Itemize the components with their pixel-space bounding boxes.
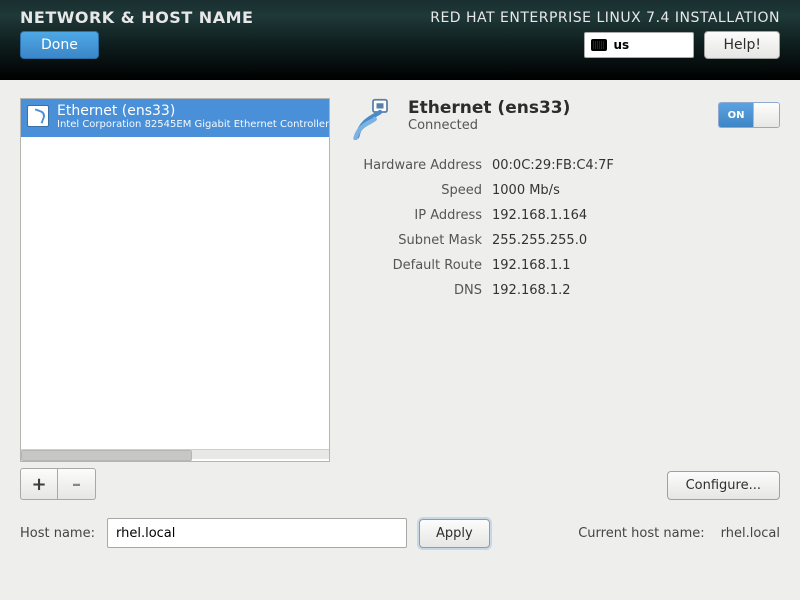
interface-item-title: Ethernet (ens33) [57,103,330,119]
detail-status: Connected [408,118,570,133]
remove-interface-button[interactable]: – [58,468,96,500]
interface-list-scrollbar[interactable] [21,449,329,459]
hostname-label: Host name: [20,526,95,541]
detail-row: Subnet Mask255.255.255.0 [352,233,780,248]
detail-row: Speed1000 Mb/s [352,183,780,198]
interface-item-subtitle: Intel Corporation 82545EM Gigabit Ethern… [57,119,330,131]
detail-row: Hardware Address00:0C:29:FB:C4:7F [352,158,780,173]
toggle-on-label: ON [719,103,753,127]
header-bar: NETWORK & HOST NAME RED HAT ENTERPRISE L… [0,0,800,80]
keyboard-layout-indicator[interactable]: us [584,32,694,58]
keyboard-icon [591,39,607,51]
page-title: NETWORK & HOST NAME [20,8,253,27]
detail-table: Hardware Address00:0C:29:FB:C4:7F Speed1… [352,158,780,298]
interface-list[interactable]: Ethernet (ens33) Intel Corporation 82545… [20,98,330,462]
installer-title: RED HAT ENTERPRISE LINUX 7.4 INSTALLATIO… [430,10,780,26]
detail-row: DNS192.168.1.2 [352,283,780,298]
ethernet-icon [27,105,49,127]
toggle-knob [753,103,779,127]
current-hostname-label: Current host name: [578,526,704,541]
keyboard-layout-label: us [613,38,629,52]
detail-row: Default Route192.168.1.1 [352,258,780,273]
interface-panel: Ethernet (ens33) Intel Corporation 82545… [20,98,330,500]
hostname-row: Host name: Apply Current host name: rhel… [0,500,800,548]
interface-list-item[interactable]: Ethernet (ens33) Intel Corporation 82545… [21,99,329,137]
current-hostname-value: rhel.local [721,526,780,541]
detail-row: IP Address192.168.1.164 [352,208,780,223]
add-interface-button[interactable]: + [20,468,58,500]
content-area: Ethernet (ens33) Intel Corporation 82545… [0,80,800,500]
apply-hostname-button[interactable]: Apply [419,519,490,548]
detail-title: Ethernet (ens33) [408,98,570,118]
ethernet-icon [352,98,394,140]
done-button[interactable]: Done [20,31,99,59]
configure-button[interactable]: Configure... [667,471,780,500]
help-button[interactable]: Help! [704,31,780,59]
connection-toggle[interactable]: ON [718,102,780,128]
interface-detail-pane: Ethernet (ens33) Connected ON Hardware A… [352,98,780,500]
hostname-input[interactable] [107,518,407,548]
